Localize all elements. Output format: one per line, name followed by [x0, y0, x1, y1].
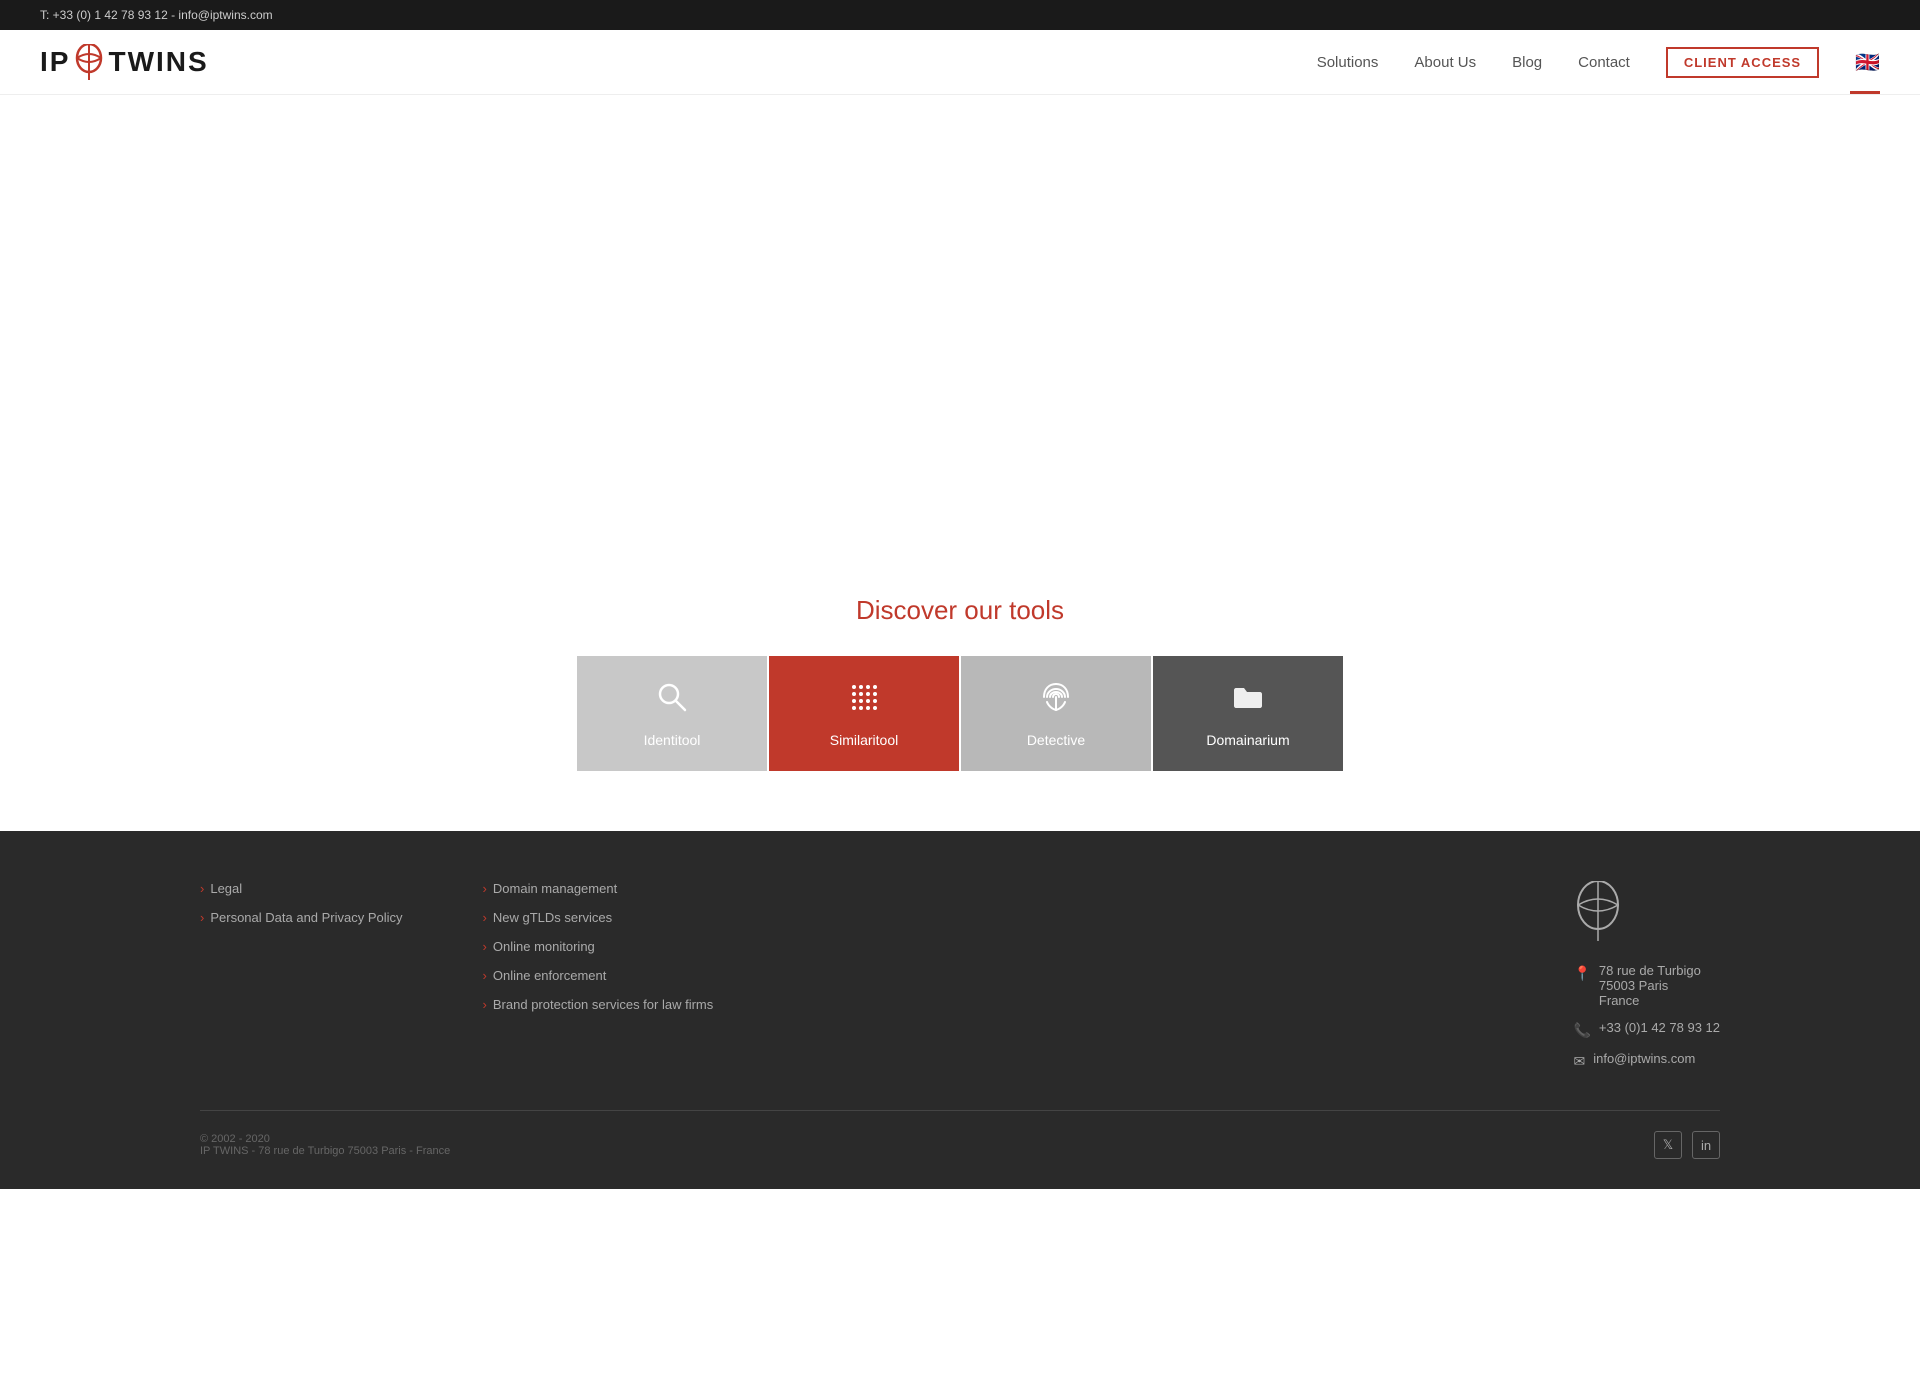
nav-solutions[interactable]: Solutions — [1317, 54, 1379, 71]
footer-copyright: © 2002 - 2020 IP TWINS - 78 rue de Turbi… — [200, 1133, 450, 1157]
topbar-contact: T: +33 (0) 1 42 78 93 12 - info@iptwins.… — [40, 8, 273, 22]
footer: Legal Personal Data and Privacy Policy D… — [0, 831, 1920, 1189]
top-bar: T: +33 (0) 1 42 78 93 12 - info@iptwins.… — [0, 0, 1920, 30]
footer-link-domain-management[interactable]: Domain management — [483, 881, 714, 896]
tools-title: Discover our tools — [200, 595, 1720, 626]
email-icon: ✉ — [1573, 1053, 1585, 1070]
footer-phone: 📞 +33 (0)1 42 78 93 12 — [1573, 1020, 1720, 1039]
tool-identitool[interactable]: Identitool — [577, 656, 767, 771]
similaritool-label: Similaritool — [830, 732, 898, 748]
language-flag[interactable]: 🇬🇧 — [1855, 50, 1880, 75]
domainarium-label: Domainarium — [1206, 732, 1289, 748]
linkedin-link[interactable]: in — [1692, 1131, 1720, 1159]
identitool-icon — [655, 680, 689, 722]
nav-blog[interactable]: Blog — [1512, 54, 1542, 71]
footer-social: 𝕏 in — [1654, 1131, 1720, 1159]
email-link[interactable]: info@iptwins.com — [1593, 1051, 1695, 1066]
footer-address: 📍 78 rue de Turbigo75003 ParisFrance — [1573, 963, 1720, 1008]
footer-contact: 📍 78 rue de Turbigo75003 ParisFrance 📞 +… — [1573, 881, 1720, 1070]
footer-col-legal: Legal Personal Data and Privacy Policy — [200, 881, 403, 1070]
footer-link-gtlds[interactable]: New gTLDs services — [483, 910, 714, 925]
nav-client-access[interactable]: CLIENT ACCESS — [1666, 47, 1819, 78]
identitool-label: Identitool — [644, 732, 701, 748]
tool-detective[interactable]: Detective — [961, 656, 1151, 771]
tool-similaritool[interactable]: Similaritool — [769, 656, 959, 771]
twitter-link[interactable]: 𝕏 — [1654, 1131, 1682, 1159]
nav-about[interactable]: About Us — [1414, 54, 1476, 71]
domainarium-icon — [1231, 680, 1265, 722]
logo-text-left: IP — [40, 46, 70, 78]
address-icon: 📍 — [1573, 965, 1590, 982]
tools-grid: Identitool Similaritool — [577, 656, 1343, 771]
phone-icon: 📞 — [1573, 1022, 1590, 1039]
footer-col-services: Domain management New gTLDs services Onl… — [483, 881, 714, 1070]
footer-link-privacy[interactable]: Personal Data and Privacy Policy — [200, 910, 403, 925]
detective-label: Detective — [1027, 732, 1085, 748]
footer-bottom: © 2002 - 2020 IP TWINS - 78 rue de Turbi… — [200, 1110, 1720, 1159]
logo-link[interactable]: IP TWINS — [40, 44, 209, 80]
footer-main: Legal Personal Data and Privacy Policy D… — [200, 881, 1720, 1070]
footer-link-monitoring[interactable]: Online monitoring — [483, 939, 714, 954]
header: IP TWINS Solutions About Us Blog Contact… — [0, 30, 1920, 95]
similaritool-icon — [847, 680, 881, 722]
footer-email: ✉ info@iptwins.com — [1573, 1051, 1720, 1070]
footer-link-legal[interactable]: Legal — [200, 881, 403, 896]
logo-icon — [74, 44, 104, 80]
detective-icon — [1039, 680, 1073, 722]
logo-text-right: TWINS — [108, 46, 208, 78]
nav-underline-decoration — [1850, 91, 1880, 94]
phone-text: +33 (0)1 42 78 93 12 — [1599, 1020, 1720, 1035]
tools-grid-wrapper: Identitool Similaritool — [200, 656, 1720, 771]
address-text: 78 rue de Turbigo75003 ParisFrance — [1599, 963, 1701, 1008]
footer-link-law-firms[interactable]: Brand protection services for law firms — [483, 997, 714, 1012]
nav-contact[interactable]: Contact — [1578, 54, 1630, 71]
footer-logo-icon — [1573, 881, 1623, 941]
hero-area — [0, 95, 1920, 555]
tool-domainarium[interactable]: Domainarium — [1153, 656, 1343, 771]
footer-link-enforcement[interactable]: Online enforcement — [483, 968, 714, 983]
tools-section: Discover our tools Identitool — [0, 555, 1920, 831]
main-nav: Solutions About Us Blog Contact CLIENT A… — [1317, 47, 1880, 78]
